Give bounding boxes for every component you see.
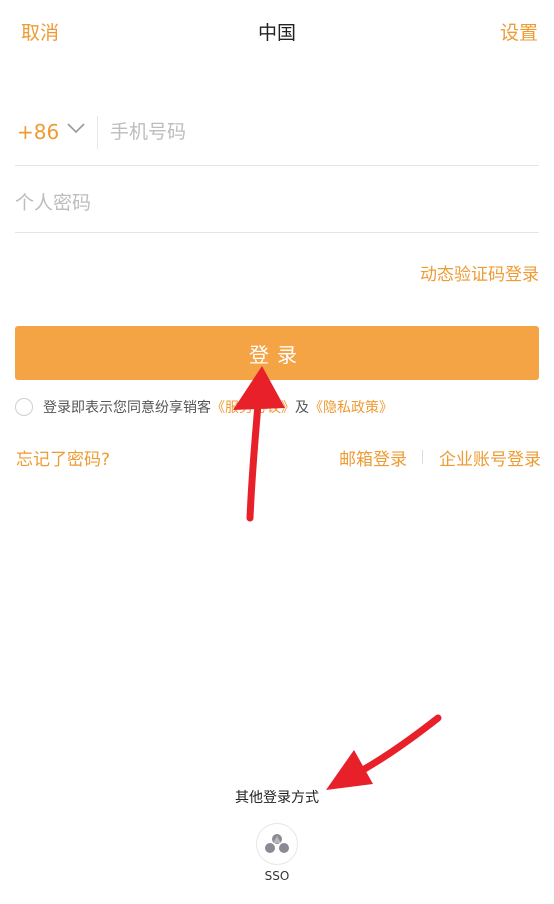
password-input[interactable] bbox=[15, 185, 515, 221]
settings-button[interactable]: 设置 bbox=[500, 18, 538, 45]
sso-icon bbox=[265, 834, 289, 853]
arrow-to-other-login-icon bbox=[326, 714, 442, 790]
password-row bbox=[15, 175, 539, 233]
email-login-link[interactable]: 邮箱登录 bbox=[339, 445, 407, 470]
agreement-row: 登录即表示您同意纷享销客 《服务协议》 及 《隐私政策》 bbox=[15, 396, 393, 418]
sso-login-button[interactable] bbox=[256, 823, 298, 865]
sso-label: SSO bbox=[264, 869, 290, 883]
forgot-password-link[interactable]: 忘记了密码? bbox=[16, 445, 110, 470]
agreement-and: 及 bbox=[295, 400, 309, 416]
region-title: 中国 bbox=[257, 22, 296, 44]
sms-code-login-link[interactable]: 动态验证码登录 bbox=[420, 260, 539, 285]
chevron-down-icon[interactable] bbox=[67, 122, 85, 134]
phone-row: +86 bbox=[15, 110, 539, 166]
other-login-label: 其他登录方式 bbox=[235, 790, 319, 806]
agree-radio[interactable] bbox=[15, 398, 33, 416]
phone-input[interactable] bbox=[110, 114, 510, 150]
link-divider bbox=[422, 450, 423, 464]
service-agreement-link[interactable]: 《服务协议》 bbox=[211, 397, 295, 417]
enterprise-login-link[interactable]: 企业账号登录 bbox=[439, 445, 541, 470]
country-code-selector[interactable]: +86 bbox=[17, 120, 59, 144]
login-button[interactable]: 登录 bbox=[15, 326, 539, 380]
agreement-text: 登录即表示您同意纷享销客 bbox=[43, 400, 211, 416]
arrow-to-login-icon bbox=[233, 366, 285, 522]
privacy-policy-link[interactable]: 《隐私政策》 bbox=[309, 397, 393, 417]
divider bbox=[97, 116, 98, 149]
